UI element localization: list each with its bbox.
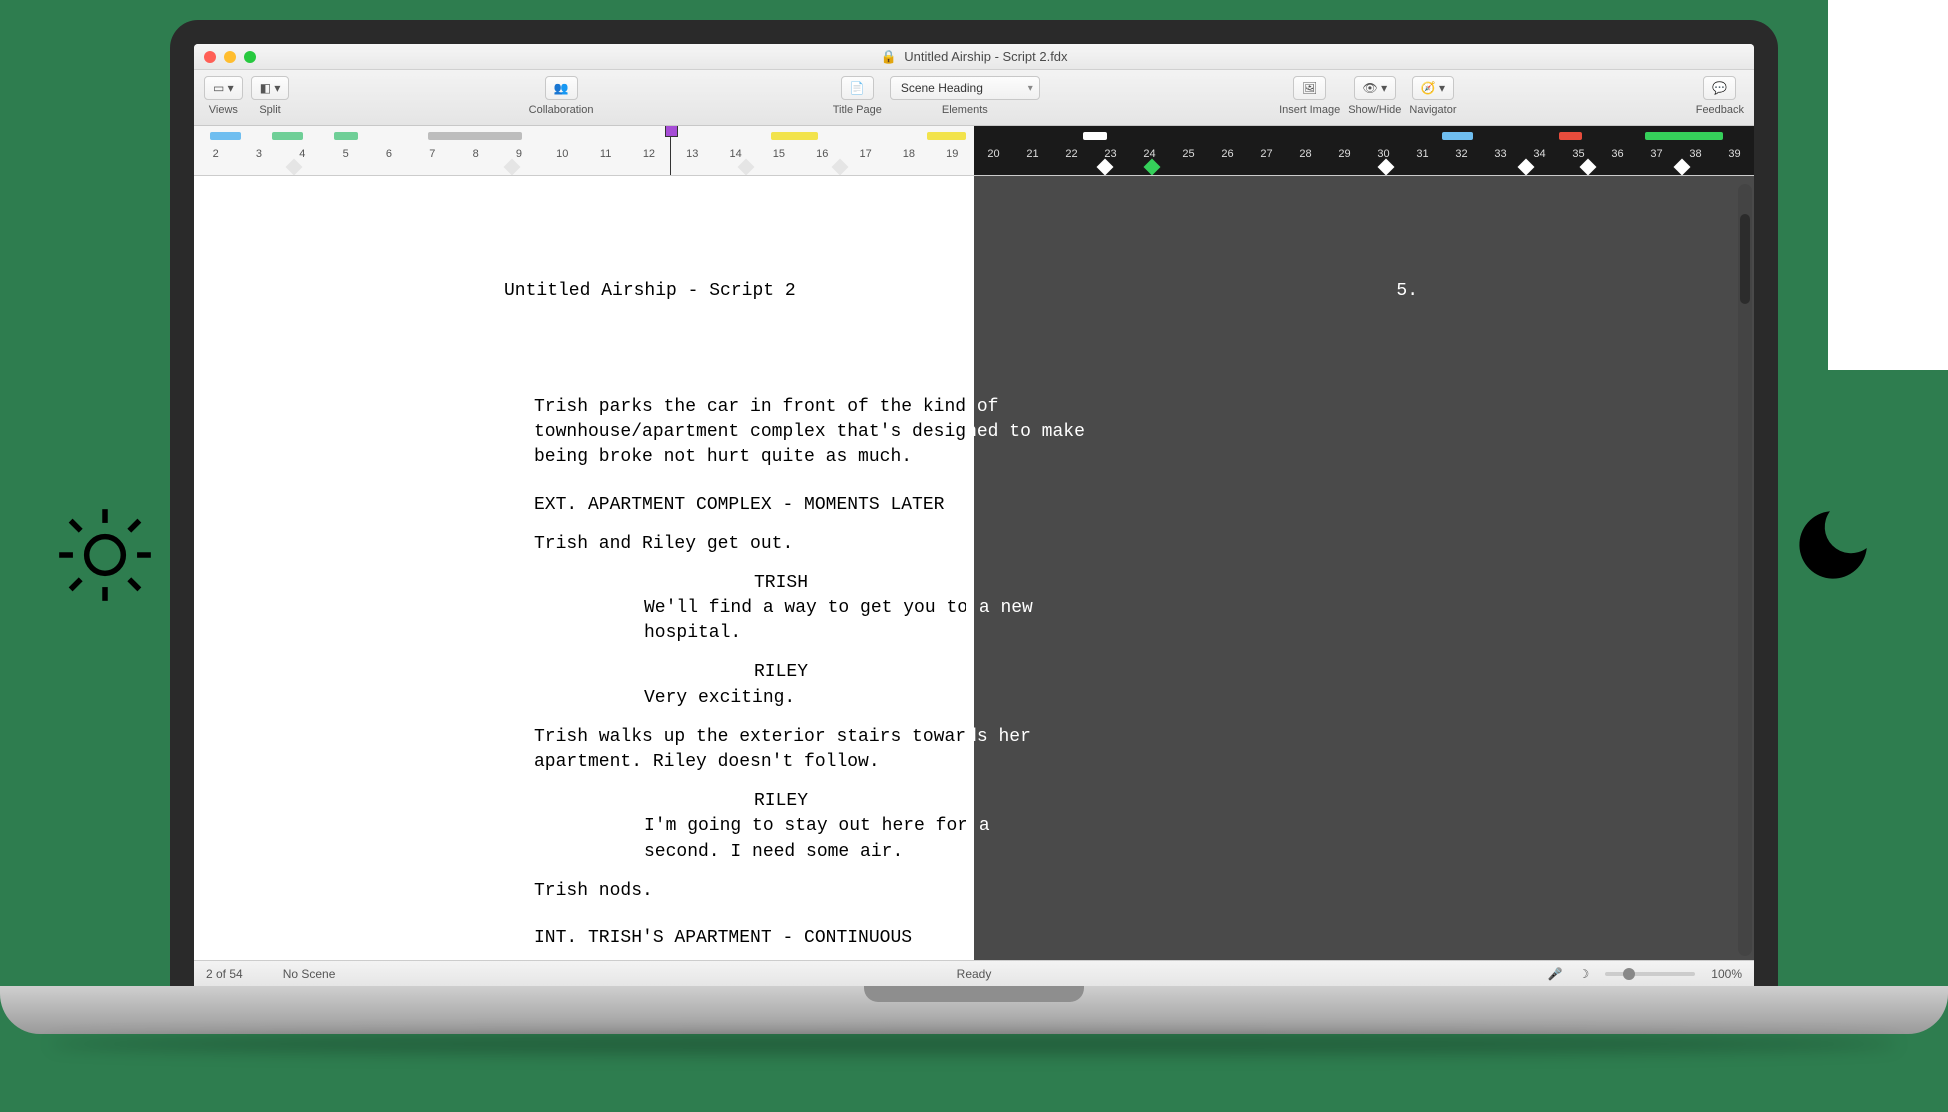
element-select[interactable]: Scene Heading [890, 76, 1040, 100]
ruler-tick[interactable]: 28 [1286, 148, 1325, 160]
ruler-tick[interactable]: 21 [1013, 148, 1052, 160]
status-center: Ready [194, 967, 1754, 981]
element-selected-value: Scene Heading [901, 81, 983, 95]
ruler-tick[interactable]: 5 [324, 148, 367, 160]
ruler-tick[interactable]: 9 [497, 148, 540, 160]
ruler-tick[interactable]: 16 [801, 148, 844, 160]
navigator-button[interactable]: 🧭 ▾ [1412, 76, 1454, 100]
scrollbar-thumb[interactable] [1740, 214, 1750, 304]
mic-icon[interactable]: 🎤 [1548, 967, 1563, 981]
ruler-tick[interactable]: 39 [1715, 148, 1754, 160]
ruler-tick[interactable]: 24 [1130, 148, 1169, 160]
views-label: Views [209, 104, 238, 116]
vertical-scrollbar[interactable] [1738, 184, 1752, 956]
ruler-tick[interactable]: 2 [194, 148, 237, 160]
show-hide-label: Show/Hide [1348, 104, 1401, 116]
ruler-tick[interactable]: 12 [627, 148, 670, 160]
ruler-tick[interactable]: 23 [1091, 148, 1130, 160]
ruler-tick[interactable]: 27 [1247, 148, 1286, 160]
zoom-window-button[interactable] [244, 51, 256, 63]
ruler-tick[interactable]: 32 [1442, 148, 1481, 160]
ruler-tick[interactable]: 31 [1403, 148, 1442, 160]
status-scene: No Scene [283, 967, 336, 981]
window-title: Untitled Airship - Script 2.fdx [904, 49, 1067, 64]
show-hide-button[interactable]: 👁 ▾ [1354, 76, 1397, 100]
collaboration-label: Collaboration [529, 104, 594, 116]
elements-label: Elements [942, 104, 988, 116]
ruler-tick[interactable]: 7 [411, 148, 454, 160]
ruler-tick[interactable]: 4 [281, 148, 324, 160]
ruler-ticks-right: 2021222324252627282930313233343536373839 [974, 148, 1754, 160]
titlebar: 🔒 Untitled Airship - Script 2.fdx [194, 44, 1754, 70]
feedback-label: Feedback [1696, 104, 1744, 116]
zoom-slider[interactable] [1605, 972, 1695, 976]
ruler-tick[interactable]: 18 [887, 148, 930, 160]
ruler-tick[interactable]: 29 [1325, 148, 1364, 160]
close-window-button[interactable] [204, 51, 216, 63]
ruler-tick[interactable]: 17 [844, 148, 887, 160]
ruler-tick[interactable]: 15 [757, 148, 800, 160]
night-mode-icon[interactable]: ☽ [1579, 967, 1590, 981]
laptop-base [0, 986, 1948, 1034]
ruler-tick[interactable]: 10 [541, 148, 584, 160]
status-page: 2 of 54 [206, 967, 243, 981]
ruler-ticks-left: 2345678910111213141516171819 [194, 148, 974, 160]
title-page-button[interactable]: 📄 [841, 76, 874, 100]
moon-icon [1788, 500, 1878, 595]
toolbar: ▭ ▾ Views ◧ ▾ Split 👥 Collaboration [194, 70, 1754, 126]
ruler-tick[interactable]: 25 [1169, 148, 1208, 160]
ruler-tick[interactable]: 13 [671, 148, 714, 160]
sun-icon [50, 500, 160, 615]
split-button[interactable]: ◧ ▾ [251, 76, 290, 100]
insert-image-button[interactable]: 🖼 [1293, 76, 1326, 100]
background-panel [1828, 0, 1948, 370]
ruler-tick[interactable]: 30 [1364, 148, 1403, 160]
ruler-tick[interactable]: 14 [714, 148, 757, 160]
status-bar: 2 of 54 No Scene Ready 🎤 ☽ 100% [194, 960, 1754, 986]
ruler-tick[interactable]: 26 [1208, 148, 1247, 160]
views-button[interactable]: ▭ ▾ [204, 76, 243, 100]
ruler-tick[interactable]: 3 [237, 148, 280, 160]
ruler-tick[interactable]: 20 [974, 148, 1013, 160]
ruler-tick[interactable]: 19 [931, 148, 974, 160]
ruler-tick[interactable]: 35 [1559, 148, 1598, 160]
ruler-tick[interactable]: 33 [1481, 148, 1520, 160]
ruler-tick[interactable]: 22 [1052, 148, 1091, 160]
title-page-label: Title Page [833, 104, 882, 116]
ruler-tick[interactable]: 37 [1637, 148, 1676, 160]
zoom-value: 100% [1711, 967, 1742, 981]
ruler-tick[interactable]: 11 [584, 148, 627, 160]
ruler-tick[interactable]: 36 [1598, 148, 1637, 160]
doc-header-title: Untitled Airship - Script 2 [504, 279, 796, 304]
laptop-frame: 🔒 Untitled Airship - Script 2.fdx ▭ ▾ Vi… [170, 20, 1778, 986]
app-window: 🔒 Untitled Airship - Script 2.fdx ▭ ▾ Vi… [194, 44, 1754, 986]
navigator-label: Navigator [1409, 104, 1456, 116]
ruler-tick[interactable]: 6 [367, 148, 410, 160]
collaboration-button[interactable]: 👥 [545, 76, 578, 100]
ruler-tick[interactable]: 8 [454, 148, 497, 160]
feedback-button[interactable]: 💬 [1703, 76, 1736, 100]
minimize-window-button[interactable] [224, 51, 236, 63]
scene-ruler[interactable]: 2345678910111213141516171819 20212223242… [194, 126, 1754, 176]
insert-image-label: Insert Image [1279, 104, 1340, 116]
lock-icon: 🔒 [880, 49, 896, 64]
split-label: Split [259, 104, 280, 116]
